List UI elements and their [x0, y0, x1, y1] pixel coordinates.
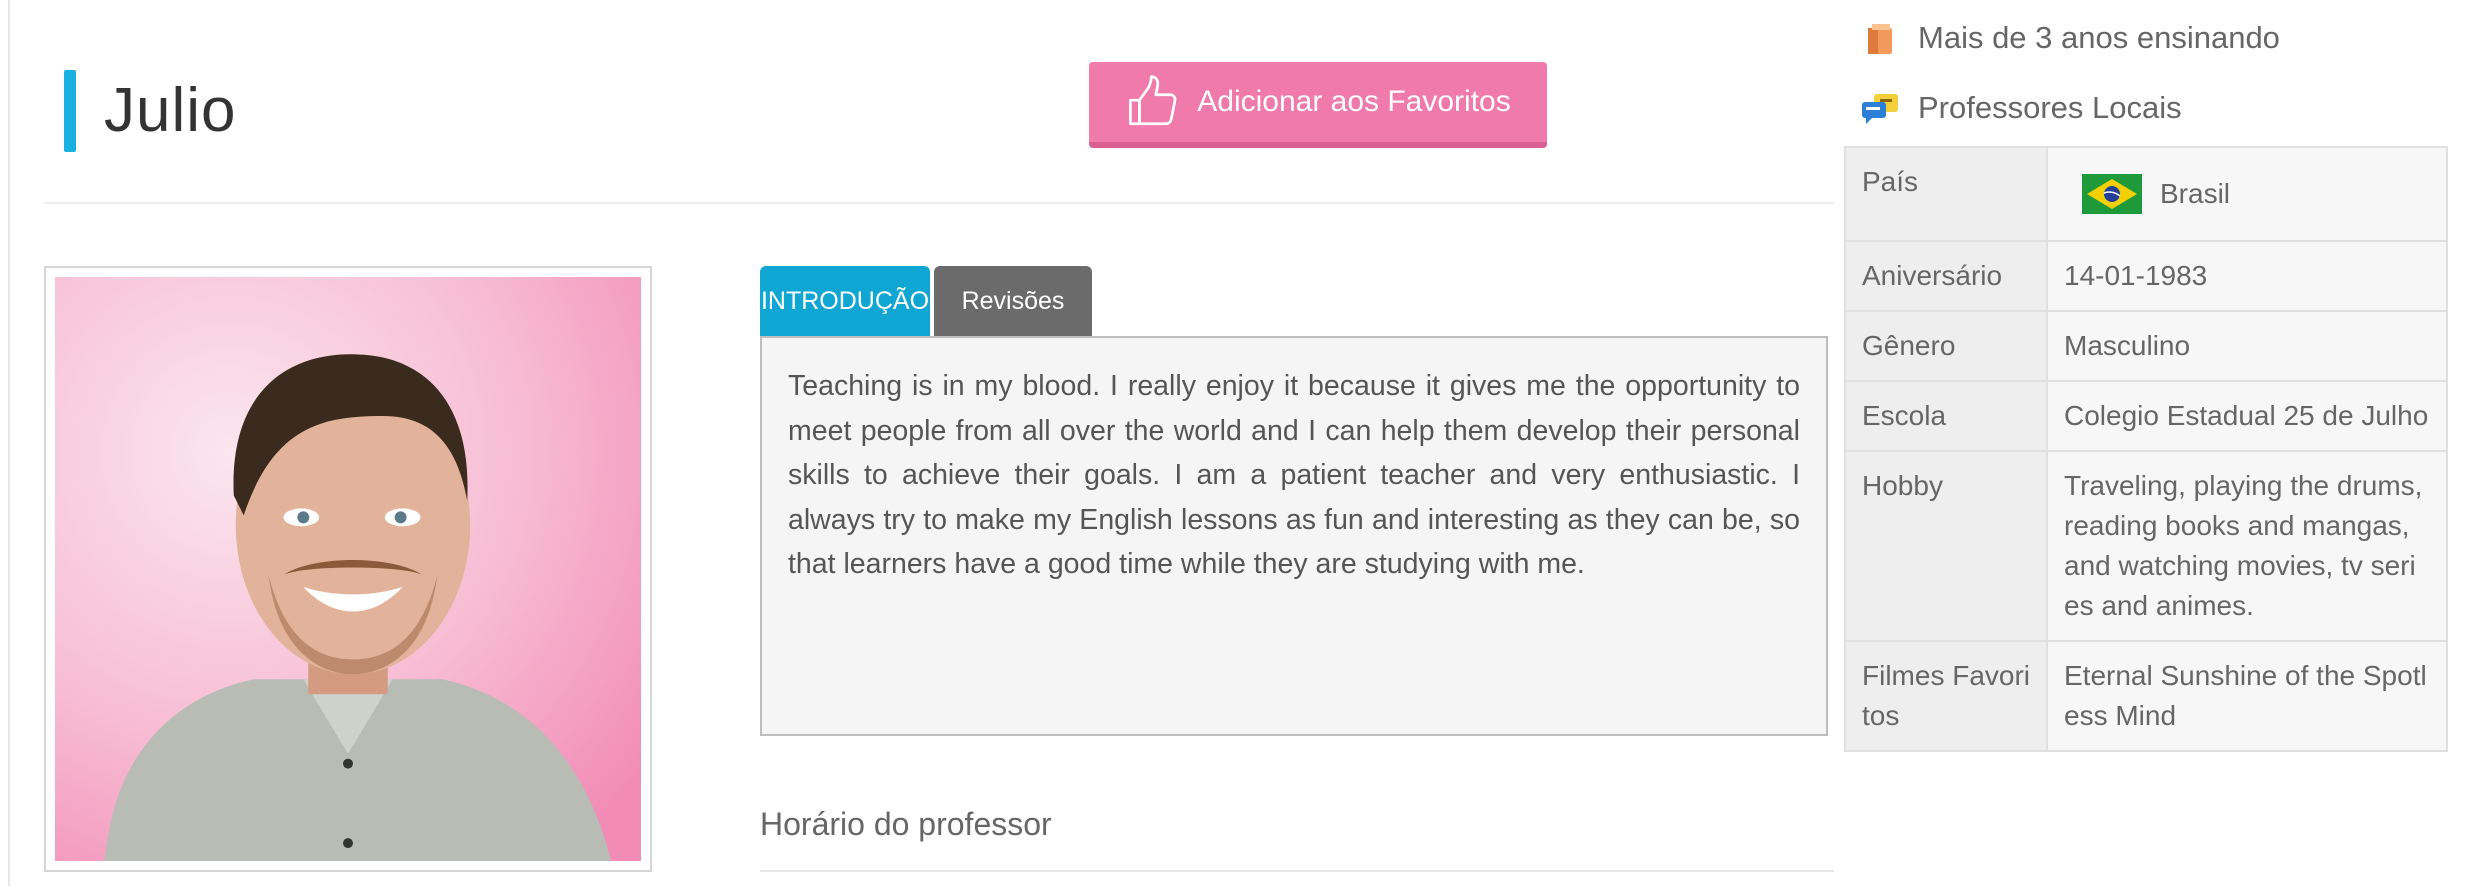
experience-text: Mais de 3 anos ensinando [1918, 20, 2280, 55]
header-divider [44, 202, 1834, 204]
gender-label: Gênero [1844, 310, 2048, 382]
hobby-value: Traveling, playing the drums, reading bo… [2046, 450, 2448, 642]
teacher-name: Julio [104, 76, 237, 145]
local-teachers-text: Professores Locais [1918, 90, 2182, 125]
teacher-info-table: País Brasil Aniversário 14-01-1983 Gêner… [1844, 146, 2448, 752]
books-icon [1868, 24, 1892, 54]
table-row: Filmes Favoritos Eternal Sunshine of the… [1844, 640, 2448, 752]
introduction-panel: Teaching is in my blood. I really enjoy … [760, 336, 1828, 736]
favorite-movies-value: Eternal Sunshine of the Spotless Mind [2046, 640, 2448, 752]
country-label: País [1844, 146, 2048, 242]
hobby-label: Hobby [1844, 450, 2048, 642]
favorite-movies-label: Filmes Favoritos [1844, 640, 2048, 752]
teacher-photo [55, 277, 641, 861]
brazil-flag-icon [2082, 174, 2142, 214]
teacher-schedule-title: Horário do professor [760, 806, 1052, 842]
add-to-favorites-button[interactable]: Adicionar aos Favoritos [1089, 62, 1547, 148]
table-row: Escola Colegio Estadual 25 de Julho [1844, 380, 2448, 452]
local-teachers-row: Professores Locais [1860, 88, 2182, 128]
country-value-cell: Brasil [2046, 146, 2448, 242]
table-row: Hobby Traveling, playing the drums, read… [1844, 450, 2448, 642]
table-row: Gênero Masculino [1844, 310, 2448, 382]
table-row: País Brasil [1844, 146, 2448, 242]
tab-introduction[interactable]: INTRODUÇÃO [760, 266, 930, 336]
left-border [8, 0, 10, 886]
gender-value: Masculino [2046, 310, 2448, 382]
school-label: Escola [1844, 380, 2048, 452]
experience-row: Mais de 3 anos ensinando [1860, 18, 2280, 58]
favorite-button-label: Adicionar aos Favoritos [1197, 85, 1511, 118]
teacher-photo-frame [44, 266, 652, 872]
name-accent-bar [64, 70, 76, 152]
thumbs-up-icon [1129, 75, 1177, 126]
birthday-label: Aniversário [1844, 240, 2048, 312]
school-value: Colegio Estadual 25 de Julho [2046, 380, 2448, 452]
table-row: Aniversário 14-01-1983 [1844, 240, 2448, 312]
birthday-value: 14-01-1983 [2046, 240, 2448, 312]
tab-reviews[interactable]: Revisões [934, 266, 1092, 336]
schedule-divider [760, 870, 1834, 872]
introduction-text: Teaching is in my blood. I really enjoy … [788, 370, 1800, 580]
chat-bubbles-icon [1862, 94, 1898, 124]
country-value: Brasil [2160, 178, 2231, 209]
